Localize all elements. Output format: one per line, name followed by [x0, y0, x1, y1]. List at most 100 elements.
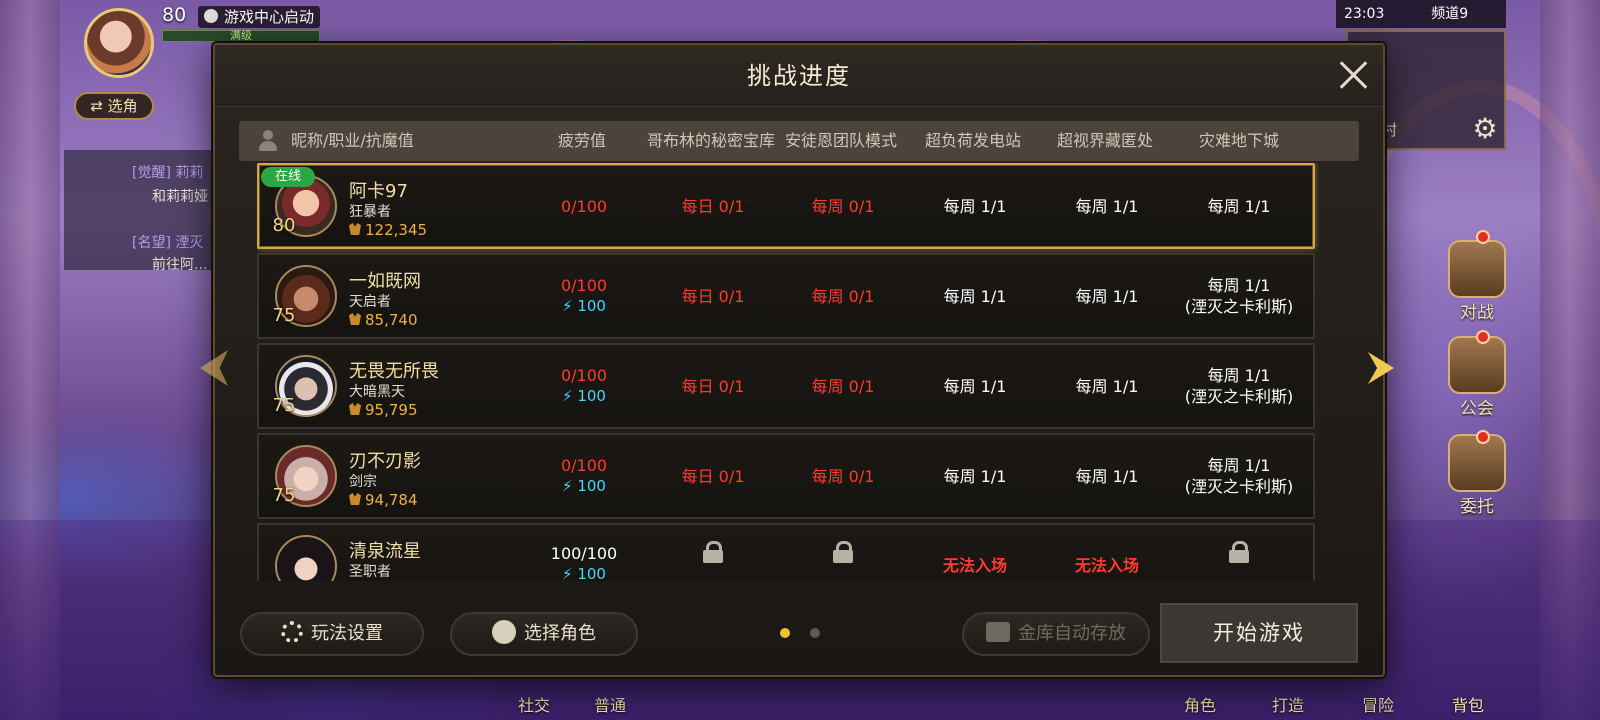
character-name: 阿卡97 — [349, 181, 408, 202]
page-indicator — [810, 628, 820, 638]
notification-dot — [1476, 330, 1490, 344]
character-class: 大暗黑天 — [349, 384, 405, 400]
crown-icon — [349, 313, 361, 325]
commission-button[interactable]: 委托 — [1440, 434, 1514, 517]
disaster-cell: 每周 1/1 (湮灭之卡利斯) — [1184, 276, 1294, 316]
lock-icon — [833, 541, 853, 563]
anti-magic-value: 85,740 — [349, 311, 418, 329]
anti-magic-value: 94,784 — [349, 491, 418, 509]
character-name: 一如既网 — [349, 271, 421, 292]
exp-bar: 满级 — [162, 30, 320, 42]
table-header: 昵称/职业/抗魔值 疲劳值 哥布林的秘密宝库 安徒恩团队模式 超负荷发电站 超视… — [239, 121, 1359, 161]
hand-icon — [204, 9, 218, 23]
play-settings-button[interactable]: 玩法设置 — [240, 612, 424, 656]
character-row[interactable]: 75 无畏无所畏 大暗黑天 95,795 0/100 ⚡ 100 每日 0/1 每… — [257, 343, 1315, 429]
switch-character-button[interactable]: ⇄ 选角 — [74, 92, 154, 120]
gear-icon — [281, 621, 303, 643]
character-name: 清泉流星 — [349, 541, 421, 562]
chat-line: [觉醒] 莉莉 — [132, 165, 204, 181]
player-level: 80 — [162, 4, 187, 26]
goblin-cell: 每日 0/1 — [681, 466, 745, 486]
anti-magic-value: 122,345 — [349, 221, 427, 239]
fatigue-cell: 0/100 ⚡ 100 — [560, 276, 608, 315]
start-game-button[interactable]: 开始游戏 — [1160, 603, 1358, 663]
status-bar: 23:03 频道9 — [1336, 0, 1506, 28]
close-button[interactable] — [1337, 59, 1369, 91]
hypervision-cell: 无法入场 — [1074, 556, 1139, 575]
hypervision-cell: 每周 1/1 — [1075, 466, 1139, 486]
anton-cell: 每周 0/1 — [811, 376, 875, 396]
gear-icon[interactable]: ⚙ — [1470, 114, 1500, 144]
character-level: 80 — [269, 211, 299, 241]
goblin-cell: 每日 0/1 — [681, 196, 745, 216]
overload-cell: 无法入场 — [942, 556, 1007, 575]
character-class: 剑宗 — [349, 474, 377, 490]
pvp-button[interactable]: 对战 — [1440, 240, 1514, 323]
select-character-button[interactable]: 选择角色 — [450, 612, 638, 656]
notification-dot — [1476, 430, 1490, 444]
swords-icon — [1448, 240, 1506, 298]
crown-icon — [349, 403, 361, 415]
overload-cell: 每周 1/1 — [943, 466, 1007, 486]
crown-icon — [349, 223, 361, 235]
character-row[interactable]: 75 刃不刃影 剑宗 94,784 0/100 ⚡ 100 每日 0/1 每周 0… — [257, 433, 1315, 519]
menu-normal[interactable]: 普通 — [594, 692, 626, 716]
player-title-text: 游戏中心启动 — [224, 8, 315, 26]
col-header-disaster: 灾难地下城 — [1198, 131, 1279, 150]
character-icon — [492, 620, 516, 644]
character-level: 75 — [269, 481, 299, 511]
player-title-badge: 游戏中心启动 — [198, 6, 321, 28]
crown-icon — [349, 493, 361, 505]
character-row[interactable]: 75 一如既网 天启者 85,740 0/100 ⚡ 100 每日 0/1 每周 … — [257, 253, 1315, 339]
hypervision-cell: 每周 1/1 — [1075, 286, 1139, 306]
fatigue-cell: 0/100 ⚡ 100 — [560, 366, 608, 405]
character-row[interactable]: 在线 80 阿卡97 狂暴者 122,345 0/100 每日 0/1 每周 0… — [257, 163, 1315, 249]
clock: 23:03 — [1344, 6, 1385, 22]
character-list[interactable]: 在线 80 阿卡97 狂暴者 122,345 0/100 每日 0/1 每周 0… — [257, 163, 1319, 581]
lock-icon — [703, 541, 723, 563]
goblin-cell: 每日 0/1 — [681, 376, 745, 396]
pvp-label: 对战 — [1460, 303, 1494, 323]
auto-vault-button[interactable]: 金库自动存放 — [962, 612, 1150, 656]
fatigue-cell: 0/100 ⚡ 100 — [560, 456, 608, 495]
overload-cell: 每周 1/1 — [943, 376, 1007, 396]
guild-label: 公会 — [1460, 399, 1494, 419]
character-class: 狂暴者 — [349, 204, 391, 220]
guild-button[interactable]: 公会 — [1440, 336, 1514, 419]
commission-label: 委托 — [1460, 497, 1494, 517]
disaster-cell: 每周 1/1 (湮灭之卡利斯) — [1184, 456, 1294, 496]
goblin-cell: 每日 0/1 — [681, 286, 745, 306]
exp-bar-label: 满级 — [230, 29, 252, 42]
fatigue-cell: 0/100 — [560, 196, 608, 216]
menu-adventure[interactable]: 冒险 — [1362, 692, 1394, 716]
overload-cell: 每周 1/1 — [943, 286, 1007, 306]
channel-label: 频道9 — [1431, 6, 1469, 22]
col-header-goblin: 哥布林的秘密宝库 — [646, 131, 775, 150]
user-icon — [257, 130, 279, 152]
col-header-anton: 安徒恩团队模式 — [784, 131, 897, 150]
character-class: 圣职者 — [349, 564, 391, 580]
goblin-cell — [643, 525, 783, 581]
character-level: 75 — [269, 391, 299, 421]
anton-cell: 每周 0/1 — [811, 286, 875, 306]
disaster-cell: 每周 1/1 — [1207, 196, 1271, 216]
menu-craft[interactable]: 打造 — [1272, 692, 1304, 716]
col-header-overload: 超负荷发电站 — [924, 131, 1021, 150]
col-header-hypervision: 超视界藏匿处 — [1056, 131, 1153, 150]
menu-social[interactable]: 社交 — [518, 692, 550, 716]
overload-cell: 每周 1/1 — [943, 196, 1007, 216]
anton-cell: 每周 0/1 — [811, 466, 875, 486]
dialog-title: 挑战进度 — [215, 45, 1383, 107]
character-name: 无畏无所畏 — [349, 361, 439, 382]
chat-line: [名望] 湮灭 — [132, 235, 204, 251]
menu-backpack[interactable]: 背包 — [1452, 692, 1484, 716]
hypervision-cell: 每周 1/1 — [1075, 196, 1139, 216]
chat-line: 前往阿... — [152, 257, 208, 273]
chat-line: 和莉莉娅 — [152, 189, 208, 205]
player-avatar[interactable] — [84, 8, 154, 78]
col-header-fatigue: 疲劳值 — [557, 131, 606, 150]
online-badge: 在线 — [261, 167, 316, 187]
character-row[interactable]: 清泉流星 圣职者 100/100 ⚡ 100 无法入场 无法入场 — [257, 523, 1315, 581]
menu-character[interactable]: 角色 — [1184, 692, 1216, 716]
character-portrait — [275, 535, 337, 581]
